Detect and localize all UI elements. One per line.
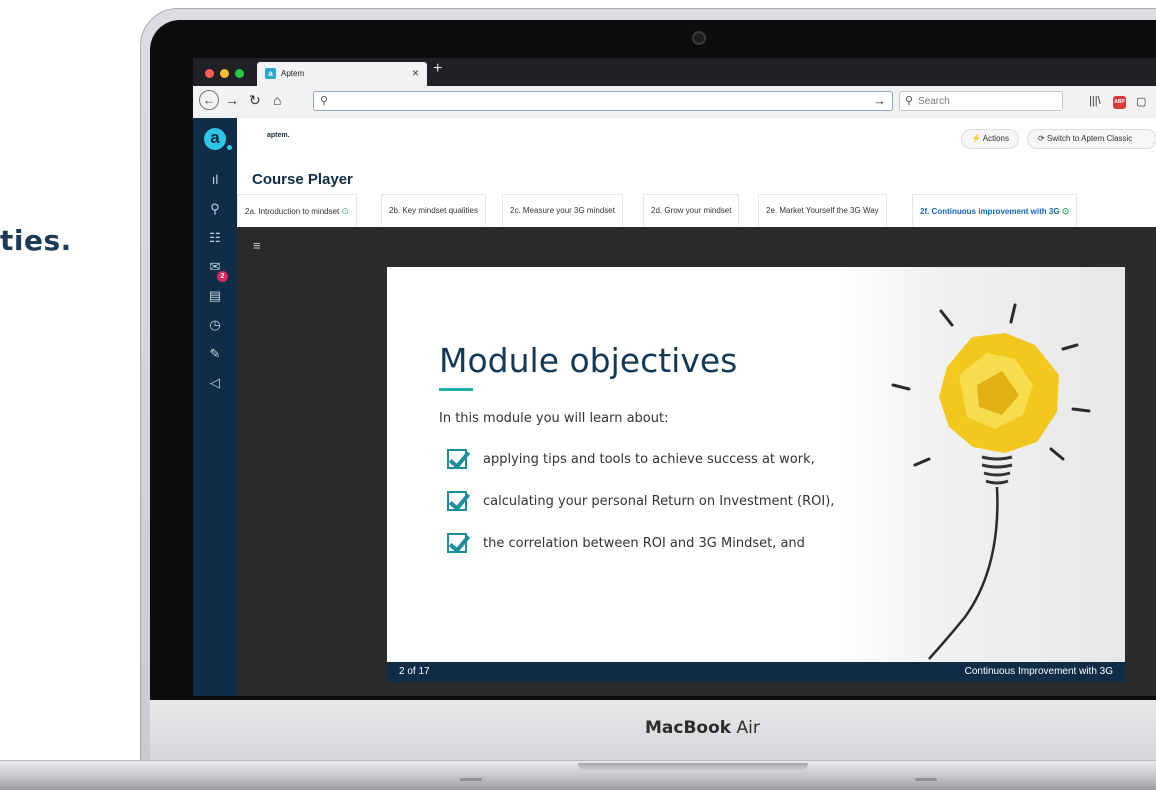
slide: Module objectives In this module you wil… bbox=[387, 267, 1125, 662]
objective-text: the correlation between ROI and 3G Minds… bbox=[483, 536, 805, 551]
camera-icon bbox=[692, 31, 706, 45]
objective-text: applying tips and tools to achieve succe… bbox=[483, 452, 815, 467]
browser-toolbar: ← → ↻ ⌂ ⚲ → ⚲ Search |||\ ABP ▢ bbox=[193, 86, 1156, 119]
page-title: Course Player bbox=[252, 171, 353, 188]
menu-icon[interactable]: ≡ bbox=[253, 238, 261, 253]
minimize-window-icon[interactable] bbox=[220, 69, 229, 78]
megaphone-icon[interactable]: ◁ bbox=[193, 375, 237, 391]
maximize-window-icon[interactable] bbox=[235, 69, 244, 78]
tab-label: 2f. Continuous improvement with 3G bbox=[920, 207, 1060, 216]
back-button[interactable]: ← bbox=[199, 90, 219, 110]
library-icon[interactable]: |||\ bbox=[1089, 95, 1101, 107]
new-tab-button[interactable]: + bbox=[433, 60, 442, 78]
objective-text: calculating your personal Return on Inve… bbox=[483, 494, 835, 509]
go-arrow-icon[interactable]: → bbox=[873, 93, 886, 108]
tab-label: 2c. Measure your 3G mindset bbox=[510, 206, 615, 215]
reload-button[interactable]: ↻ bbox=[249, 92, 261, 109]
laptop-notch bbox=[578, 763, 808, 771]
tab-label: 2b. Key mindset qualities bbox=[389, 206, 478, 215]
browser-tabbar: a Aptem × + bbox=[193, 58, 1156, 86]
laptop-brand: MacBook Air bbox=[645, 718, 760, 738]
messages-icon[interactable]: ✉ bbox=[193, 259, 237, 275]
tab-2d[interactable]: 2d. Grow your mindset bbox=[643, 194, 740, 226]
tab-label: 2a. Introduction to mindset bbox=[245, 207, 340, 216]
slide-title: Module objectives bbox=[439, 341, 738, 380]
background-heading: ties. bbox=[0, 224, 72, 257]
brand-bold: MacBook bbox=[645, 718, 732, 738]
search-icon: ⚲ bbox=[320, 95, 329, 107]
tab-2e[interactable]: 2e. Market Yourself the 3G Way bbox=[758, 194, 887, 226]
check-circle-icon: ⊙ bbox=[341, 206, 350, 216]
app-sidebar: a ıl ⚲ ☷ ✉ 2 ▤ ◷ ✎ ◁ bbox=[193, 118, 237, 696]
checkbox-icon bbox=[447, 533, 467, 553]
search-placeholder: Search bbox=[918, 96, 950, 107]
clock-icon[interactable]: ◷ bbox=[193, 317, 237, 333]
close-tab-icon[interactable]: × bbox=[412, 66, 419, 80]
screen: a Aptem × + ← → ↻ ⌂ ⚲ → ⚲ Search |||\ AB… bbox=[193, 58, 1156, 696]
browser-tab[interactable]: a Aptem × bbox=[257, 62, 427, 86]
forward-button[interactable]: → bbox=[225, 92, 239, 108]
switch-classic-button[interactable]: ⟳ Switch to Aptem Classic bbox=[1027, 129, 1156, 149]
url-bar[interactable]: ⚲ → bbox=[313, 91, 893, 111]
app-header: aptem. ⚡ Actions ⟳ Switch to Aptem Class… bbox=[237, 118, 1156, 156]
course-tabs: 2a. Introduction to mindset ⊙ 2b. Key mi… bbox=[237, 194, 1156, 228]
org-logo: aptem. bbox=[267, 132, 290, 139]
tab-label: 2e. Market Yourself the 3G Way bbox=[766, 206, 879, 215]
checkbox-icon bbox=[447, 491, 467, 511]
slide-footer: 2 of 17 Continuous Improvement with 3G bbox=[387, 662, 1125, 682]
page-counter: 2 of 17 bbox=[399, 666, 430, 677]
footer-title: Continuous Improvement with 3G bbox=[964, 666, 1113, 677]
search-input[interactable]: ⚲ Search bbox=[899, 91, 1063, 111]
messages-badge: 2 bbox=[217, 271, 228, 282]
lightbulb-image bbox=[837, 267, 1125, 662]
search-icon: ⚲ bbox=[905, 95, 914, 107]
laptop-foot bbox=[460, 778, 482, 781]
checkbox-icon bbox=[447, 449, 467, 469]
laptop-foot bbox=[915, 778, 937, 781]
sidebar-icon[interactable]: ▢ bbox=[1136, 95, 1146, 108]
adblock-icon[interactable]: ABP bbox=[1113, 96, 1126, 109]
tab-2a[interactable]: 2a. Introduction to mindset ⊙ bbox=[237, 194, 358, 226]
actions-button[interactable]: ⚡ Actions bbox=[961, 129, 1019, 149]
analytics-icon[interactable]: ıl bbox=[193, 172, 237, 187]
tab-2f[interactable]: 2f. Continuous improvement with 3G ⊙ bbox=[912, 194, 1078, 226]
aptem-favicon-icon: a bbox=[265, 68, 276, 79]
slide-intro: In this module you will learn about: bbox=[439, 411, 669, 426]
home-button[interactable]: ⌂ bbox=[273, 92, 281, 108]
document-icon[interactable]: ▤ bbox=[193, 288, 237, 304]
crumpled-paper-lightbulb-illustration bbox=[891, 303, 1091, 660]
course-player: ≡ Module objectives In this module you w… bbox=[237, 227, 1156, 696]
edit-icon[interactable]: ✎ bbox=[193, 346, 237, 362]
check-circle-icon: ⊙ bbox=[1061, 206, 1070, 216]
clipboard-icon[interactable]: ☷ bbox=[193, 230, 237, 246]
title-area bbox=[237, 155, 1156, 195]
brand-light: Air bbox=[736, 718, 760, 738]
close-window-icon[interactable] bbox=[205, 69, 214, 78]
aptem-logo[interactable]: a bbox=[204, 128, 226, 150]
tab-title: Aptem bbox=[281, 69, 305, 78]
tab-2c[interactable]: 2c. Measure your 3G mindset bbox=[502, 194, 623, 226]
tab-label: 2d. Grow your mindset bbox=[651, 206, 732, 215]
search-icon[interactable]: ⚲ bbox=[193, 201, 237, 217]
title-underline bbox=[439, 388, 473, 391]
tab-2b[interactable]: 2b. Key mindset qualities bbox=[381, 194, 486, 226]
logo-dot bbox=[227, 145, 232, 150]
